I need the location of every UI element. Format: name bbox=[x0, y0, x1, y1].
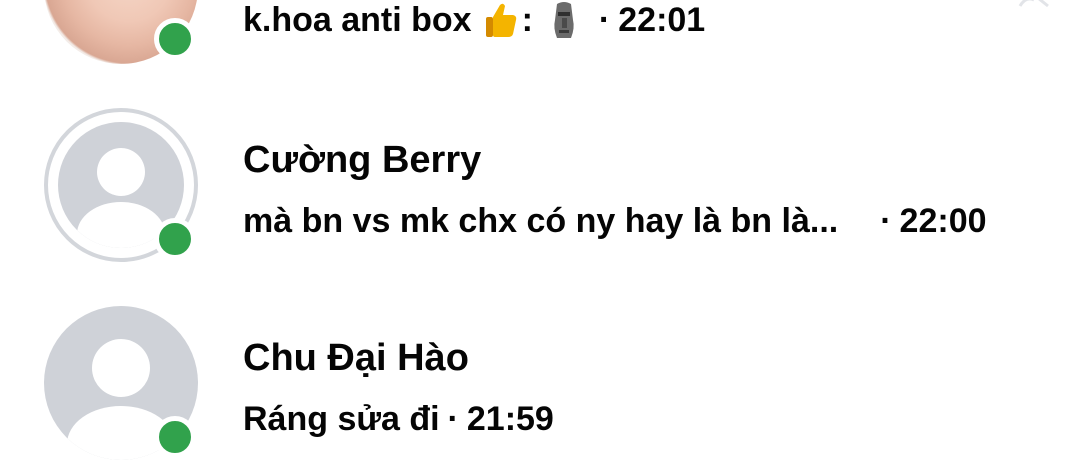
separator-dot: · bbox=[880, 202, 892, 240]
message-preview: Ráng sửa đi · 21:59 bbox=[243, 398, 554, 440]
avatar[interactable] bbox=[44, 108, 198, 262]
chat-row[interactable]: Cường Berry mà bn vs mk chx có ny hay là… bbox=[0, 100, 1080, 290]
online-status-dot bbox=[154, 218, 196, 260]
contact-name: Chu Đại Hào bbox=[243, 337, 469, 379]
online-status-dot bbox=[154, 416, 196, 458]
contact-name: Cường Berry bbox=[243, 139, 482, 181]
colon-text: : bbox=[521, 1, 533, 39]
avatar[interactable] bbox=[44, 0, 198, 64]
separator-dot: · bbox=[598, 1, 611, 39]
muted-icon bbox=[1014, 0, 1054, 14]
separator-dot: · bbox=[447, 400, 459, 438]
avatar[interactable] bbox=[44, 306, 198, 460]
message-time: 22:01 bbox=[618, 1, 706, 39]
chat-list: k.hoa anti box : · 22:01 Cường Berry mà … bbox=[0, 0, 1080, 468]
message-text: Ráng sửa đi bbox=[243, 400, 440, 438]
chat-row[interactable]: k.hoa anti box : · 22:01 bbox=[0, 0, 1080, 70]
chat-row[interactable]: Chu Đại Hào Ráng sửa đi · 21:59 bbox=[0, 298, 1080, 468]
message-preview: k.hoa anti box : · 22:01 bbox=[243, 0, 705, 41]
message-time: 22:00 bbox=[899, 202, 987, 240]
message-time: 21:59 bbox=[466, 400, 554, 438]
online-status-dot bbox=[154, 18, 196, 60]
thumbs-up-icon bbox=[484, 1, 518, 39]
moai-icon bbox=[549, 0, 579, 40]
message-text: mà bn vs mk chx có ny hay là bn là... bbox=[243, 202, 839, 240]
message-preview: mà bn vs mk chx có ny hay là bn là... · … bbox=[243, 200, 987, 242]
message-text: k.hoa anti box bbox=[243, 1, 472, 39]
